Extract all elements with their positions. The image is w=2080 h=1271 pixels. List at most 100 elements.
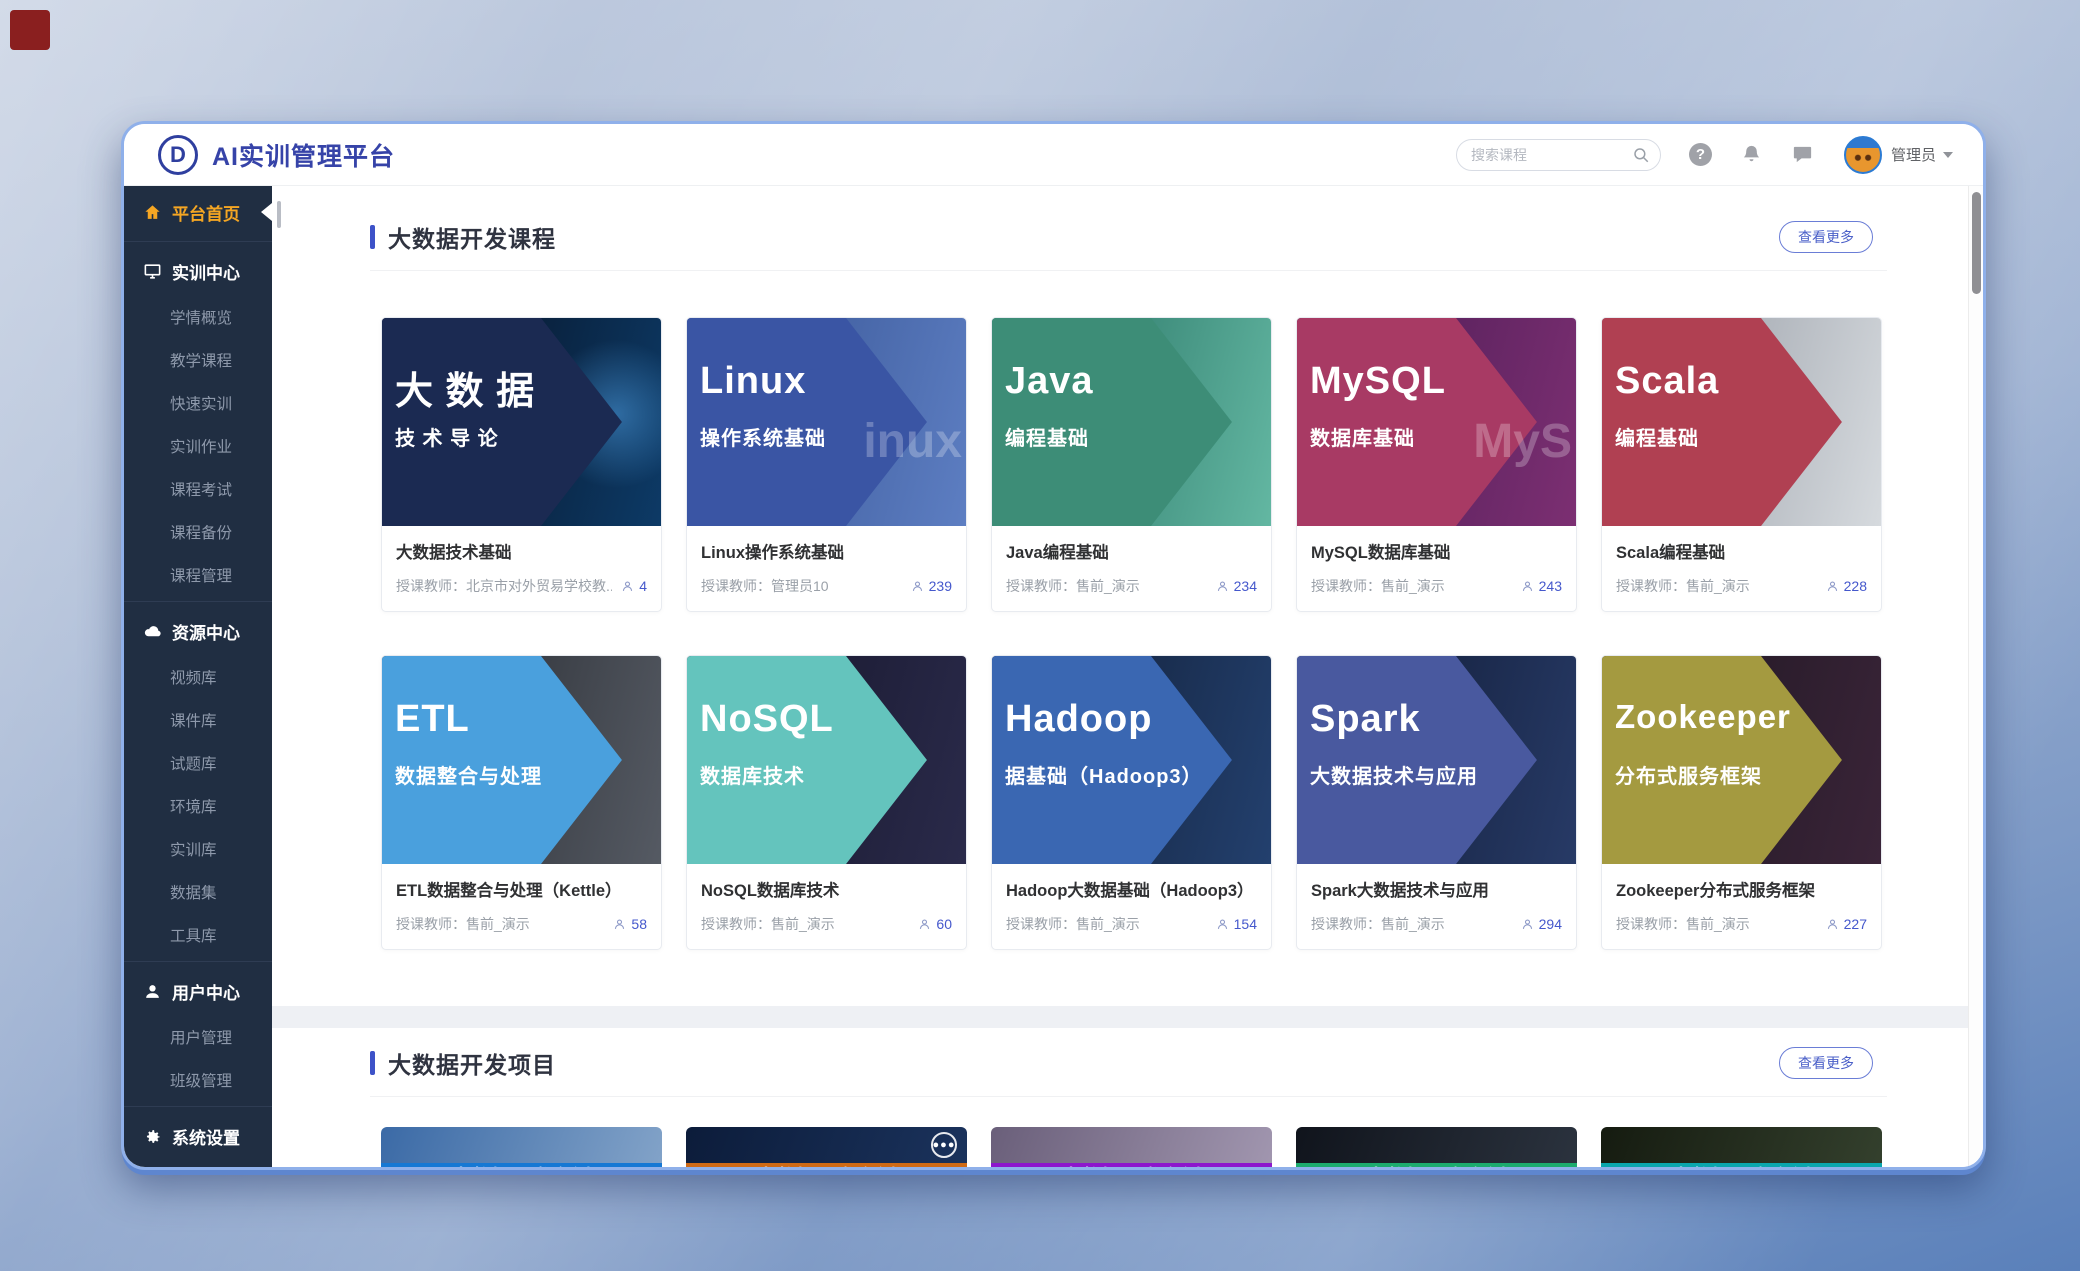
search-input[interactable] bbox=[1456, 139, 1661, 171]
course-card[interactable]: MySQL 数据库基础 MyS MySQL数据库基础 授课教师：售前_演示 bbox=[1296, 317, 1577, 612]
sidebar-item[interactable]: 工具库 bbox=[124, 913, 272, 956]
section-title: 大数据开发课程 bbox=[388, 220, 556, 254]
help-icon[interactable]: ? bbox=[1689, 143, 1712, 166]
sidebar-item[interactable]: 实训作业 bbox=[124, 424, 272, 467]
student-count: 239 bbox=[929, 578, 952, 594]
course-grid: 大 数 据 技 术 导 论 大数据技术基础 授课教师：北京市对外贸易学校教... bbox=[381, 317, 1983, 950]
course-card[interactable]: Linux 操作系统基础 inux Linux操作系统基础 授课教师：管理员10 bbox=[686, 317, 967, 612]
course-overlay-subtitle: 编程基础 bbox=[1005, 422, 1089, 451]
sidebar-item[interactable]: 学情概览 bbox=[124, 295, 272, 338]
project-card[interactable]: 大数据开发案例 bbox=[1601, 1127, 1882, 1167]
course-overlay-subtitle: 编程基础 bbox=[1615, 422, 1699, 451]
course-overlay-subtitle: 技 术 导 论 bbox=[395, 422, 499, 451]
course-card[interactable]: Hadoop 据基础（Hadoop3） Hadoop大数据基础（Hadoop3）… bbox=[991, 655, 1272, 950]
home-icon bbox=[143, 203, 162, 222]
sidebar-item[interactable]: 快速实训 bbox=[124, 381, 272, 424]
section-title: 大数据开发项目 bbox=[388, 1046, 556, 1080]
app-title: AI实训管理平台 bbox=[212, 137, 395, 173]
course-card-image: ETL 数据整合与处理 bbox=[382, 656, 661, 864]
sidebar-item[interactable]: 课件库 bbox=[124, 698, 272, 741]
monitor-icon bbox=[143, 262, 162, 281]
project-card[interactable]: 大数据开发案例 bbox=[991, 1127, 1272, 1167]
sidebar-item[interactable]: 课程管理 bbox=[124, 553, 272, 596]
search-icon[interactable] bbox=[1632, 146, 1650, 164]
sidebar-item[interactable]: 实训库 bbox=[124, 827, 272, 870]
course-overlay-subtitle: 操作系统基础 bbox=[700, 422, 826, 451]
sidebar-group-system-settings[interactable]: 系统设置 bbox=[124, 1112, 272, 1160]
project-card-image: 大数据开发案例 bbox=[1601, 1127, 1882, 1167]
course-overlay-subtitle: 据基础（Hadoop3） bbox=[1005, 760, 1203, 789]
course-overlay-title: Linux bbox=[700, 360, 806, 403]
scrollbar-thumb[interactable] bbox=[1972, 192, 1981, 294]
sidebar-item[interactable]: 视频库 bbox=[124, 655, 272, 698]
course-student-count: 4 bbox=[620, 578, 647, 594]
project-grid: 大数据开发案例 ●●● 大数据开发案例 大数据开发案例 bbox=[381, 1127, 1983, 1167]
sidebar-group-label: 用户中心 bbox=[172, 979, 240, 1004]
sidebar: 平台首页 实训中心 学情概览 教学课程 快速实训 实训作业 课程考试 课程备份 … bbox=[124, 186, 272, 1167]
project-card[interactable]: 大数据开发案例 bbox=[381, 1127, 662, 1167]
course-student-count: 234 bbox=[1215, 578, 1257, 594]
person-icon bbox=[620, 579, 635, 594]
active-item-marker bbox=[261, 203, 272, 221]
section-courses: 大数据开发课程 查看更多 大 数 据 技 术 导 论 bbox=[272, 186, 1983, 1006]
sidebar-item-home[interactable]: 平台首页 bbox=[124, 188, 272, 236]
course-card-image: Hadoop 据基础（Hadoop3） bbox=[992, 656, 1271, 864]
sidebar-group-resource-center[interactable]: 资源中心 bbox=[124, 607, 272, 655]
sidebar-item[interactable]: 数据集 bbox=[124, 870, 272, 913]
sidebar-item[interactable]: 教学课程 bbox=[124, 338, 272, 381]
person-icon bbox=[1215, 917, 1230, 932]
course-title: MySQL数据库基础 bbox=[1311, 539, 1562, 563]
notifications-bell-icon[interactable] bbox=[1740, 143, 1763, 166]
avatar[interactable] bbox=[1844, 136, 1882, 174]
sidebar-scrollbar-thumb[interactable] bbox=[277, 201, 281, 228]
student-count: 243 bbox=[1539, 578, 1562, 594]
project-card[interactable]: 大数据开发案例 bbox=[1296, 1127, 1577, 1167]
messages-chat-icon[interactable] bbox=[1791, 143, 1814, 166]
course-teacher: 授课教师：售前_演示 bbox=[1006, 914, 1207, 934]
student-count: 294 bbox=[1539, 916, 1562, 932]
course-card-image: MySQL 数据库基础 MyS bbox=[1297, 318, 1576, 526]
course-card[interactable]: Java 编程基础 Java编程基础 授课教师：售前_演示 bbox=[991, 317, 1272, 612]
sidebar-group-user-center[interactable]: 用户中心 bbox=[124, 967, 272, 1015]
chevron-down-icon[interactable] bbox=[1943, 152, 1953, 158]
course-card[interactable]: NoSQL 数据库技术 NoSQL数据库技术 授课教师：售前_演示 bbox=[686, 655, 967, 950]
user-name[interactable]: 管理员 bbox=[1891, 144, 1936, 165]
student-count: 227 bbox=[1844, 916, 1867, 932]
view-more-button[interactable]: 查看更多 bbox=[1779, 1047, 1873, 1079]
course-bg-watermark: MyS bbox=[1473, 414, 1572, 469]
sidebar-item[interactable]: 班级管理 bbox=[124, 1058, 272, 1101]
sidebar-item[interactable]: 课程备份 bbox=[124, 510, 272, 553]
student-count: 4 bbox=[639, 578, 647, 594]
person-icon bbox=[1825, 579, 1840, 594]
sidebar-item[interactable]: 环境库 bbox=[124, 784, 272, 827]
sidebar-group-training-center[interactable]: 实训中心 bbox=[124, 247, 272, 295]
course-card[interactable]: Spark 大数据技术与应用 Spark大数据技术与应用 授课教师：售前_演示 bbox=[1296, 655, 1577, 950]
course-overlay-title: Zookeeper bbox=[1615, 698, 1791, 736]
course-card[interactable]: ETL 数据整合与处理 ETL数据整合与处理（Kettle） 授课教师：售前_演… bbox=[381, 655, 662, 950]
sidebar-item[interactable]: 课程考试 bbox=[124, 467, 272, 510]
course-title: NoSQL数据库技术 bbox=[701, 877, 952, 901]
view-more-button[interactable]: 查看更多 bbox=[1779, 221, 1873, 253]
course-overlay-subtitle: 数据库技术 bbox=[700, 760, 805, 789]
sidebar-item[interactable]: 用户管理 bbox=[124, 1015, 272, 1058]
section-accent-bar bbox=[370, 1051, 375, 1075]
sidebar-item[interactable]: 试题库 bbox=[124, 741, 272, 784]
course-card-image: NoSQL 数据库技术 bbox=[687, 656, 966, 864]
course-title: Hadoop大数据基础（Hadoop3） bbox=[1006, 877, 1257, 901]
project-card[interactable]: ●●● 大数据开发案例 bbox=[686, 1127, 967, 1167]
course-title: Scala编程基础 bbox=[1616, 539, 1867, 563]
course-card[interactable]: Scala 编程基础 Scala编程基础 授课教师：售前_演示 bbox=[1601, 317, 1882, 612]
person-icon bbox=[1520, 579, 1535, 594]
course-card-image: Spark 大数据技术与应用 bbox=[1297, 656, 1576, 864]
course-overlay-title: Spark bbox=[1310, 698, 1421, 741]
more-dots-icon[interactable]: ●●● bbox=[931, 1132, 957, 1158]
student-count: 60 bbox=[936, 916, 952, 932]
course-card[interactable]: Zookeeper 分布式服务框架 Zookeeper分布式服务框架 授课教师：… bbox=[1601, 655, 1882, 950]
scrollbar[interactable] bbox=[1968, 186, 1983, 1167]
course-overlay-title: MySQL bbox=[1310, 360, 1446, 403]
course-card-image: Linux 操作系统基础 inux bbox=[687, 318, 966, 526]
course-student-count: 227 bbox=[1825, 916, 1867, 932]
course-card-image: Scala 编程基础 bbox=[1602, 318, 1881, 526]
student-count: 58 bbox=[631, 916, 647, 932]
course-card[interactable]: 大 数 据 技 术 导 论 大数据技术基础 授课教师：北京市对外贸易学校教... bbox=[381, 317, 662, 612]
